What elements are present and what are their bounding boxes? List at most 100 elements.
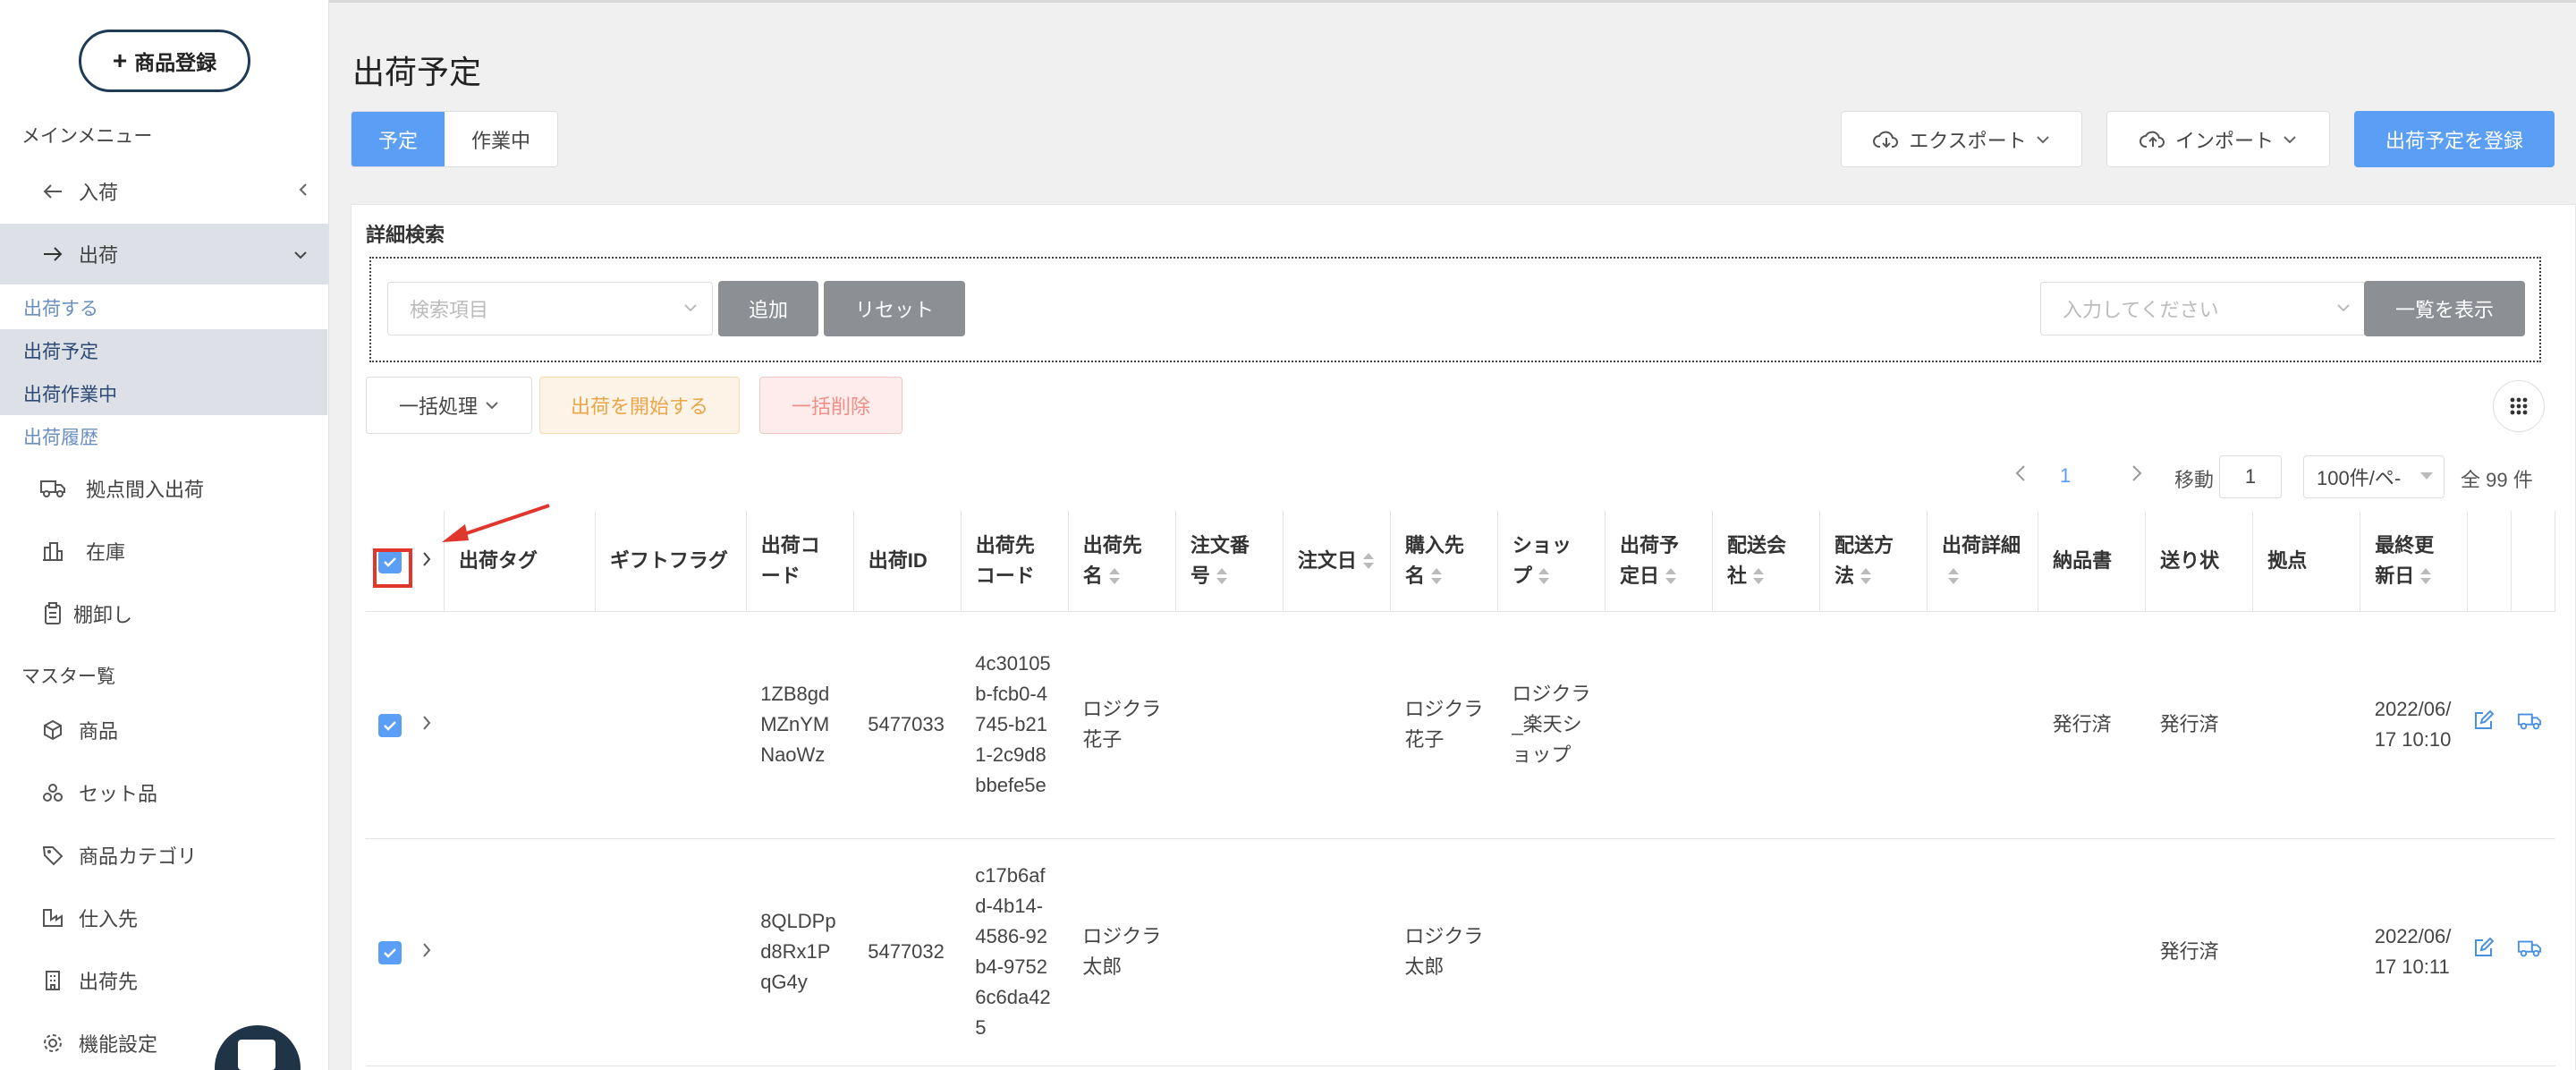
sub-planned[interactable]: 出荷予定 [0,329,327,372]
office-icon [39,967,66,994]
nav-inventory[interactable]: 棚卸し [0,583,328,644]
chevron-down-icon [683,301,698,317]
edit-icon [2474,937,2495,956]
search-value-input[interactable]: 入力してください [2040,282,2366,335]
sort-icon[interactable] [1947,567,1960,586]
col-invoice[interactable]: 納品書 [2038,511,2147,612]
export-button[interactable]: エクスポート [1841,111,2082,167]
col-dest-name[interactable]: 出荷先名 [1068,511,1176,612]
cube-icon [39,717,66,743]
add-condition-button[interactable]: 追加 [718,281,818,336]
nav-destination[interactable]: 出荷先 [0,950,328,1011]
nav-transfer[interactable]: 拠点間入出荷 [0,458,328,519]
table-row[interactable]: 1ZB8gdMZnYMNaoWz 5477033 4c30105b-fcb0-4… [366,611,2555,839]
status-tabs: 予定 作業中 [351,111,559,167]
col-ship-code[interactable]: 出荷コード [746,511,854,612]
cell-ship-code: 1ZB8gdMZnYMNaoWz [746,611,854,839]
nav-set[interactable]: セット品 [0,762,328,823]
page-size-select[interactable]: 100件/ペ- [2303,455,2445,498]
col-ship-tag[interactable]: 出荷タグ [444,511,596,612]
sort-icon[interactable] [1430,567,1443,586]
sort-icon[interactable] [1362,552,1375,571]
cell-ship-id: 5477033 [853,611,962,839]
cell-order-date [1283,838,1391,1066]
bulk-delete-button[interactable]: 一括削除 [759,377,902,434]
nav-transfer-label: 拠点間入出荷 [86,479,205,501]
nav-settings-label: 機能設定 [79,1033,158,1056]
col-order-no[interactable]: 注文番号 [1175,511,1284,612]
edit-cell[interactable] [2467,838,2512,1066]
sort-icon[interactable] [1216,567,1228,586]
search-panel: 検索項目 追加 リセット 入力してください 一覧を表示 [369,257,2541,362]
col-order-date[interactable]: 注文日 [1283,511,1391,612]
prev-page-icon[interactable] [2015,464,2026,488]
col-detail[interactable]: 出荷詳細 [1927,511,2039,612]
sub-history[interactable]: 出荷履歴 [0,415,327,458]
next-page-icon[interactable] [2131,464,2142,488]
edit-cell[interactable] [2467,611,2512,839]
chevron-down-icon [486,402,498,410]
cell-invoice [2038,838,2146,1066]
sort-icon[interactable] [1860,567,1872,586]
cell-order-no [1175,838,1284,1066]
cell-dest-code: c17b6afd-4b14-4586-92b4-97526c6da425 [961,838,1069,1066]
row-expand-cell[interactable] [416,838,445,1066]
show-list-button[interactable]: 一覧を表示 [2364,281,2525,336]
import-button[interactable]: インポート [2106,111,2330,167]
cloud-upload-icon [2139,131,2165,148]
col-ship-id[interactable]: 出荷ID [853,511,962,612]
sort-icon[interactable] [1665,567,1677,586]
nav-set-label: セット品 [79,783,158,805]
cell-dest-name: ロジクラ 花子 [1068,611,1181,839]
table-row[interactable]: 8QLDPpd8Rx1PqG4y 5477032 c17b6afd-4b14-4… [366,838,2555,1066]
bulk-action-dropdown[interactable]: 一括処理 [366,377,532,434]
col-gift-flag[interactable]: ギフトフラグ [595,511,747,612]
sub-working[interactable]: 出荷作業中 [0,372,327,415]
cell-order-date [1283,611,1391,839]
sub-ship[interactable]: 出荷する [0,286,327,329]
column-settings-button[interactable] [2493,380,2545,432]
nav-stock[interactable]: 在庫 [0,521,328,582]
search-item-select[interactable]: 検索項目 [387,282,713,335]
row-checkbox[interactable] [378,714,402,738]
expand-all-cell[interactable] [416,511,445,612]
col-action-2 [2511,511,2555,612]
chevron-right-icon [423,552,431,566]
row-expand-cell[interactable] [416,611,445,839]
register-shipment-button[interactable]: 出荷予定を登録 [2354,111,2555,167]
register-product-button[interactable]: + 商品登録 [79,30,250,92]
cell-ship-tag [444,611,596,839]
chevron-down-icon [2036,135,2049,143]
start-shipment-button[interactable]: 出荷を開始する [539,377,740,434]
ship-cell[interactable] [2511,611,2555,839]
nav-inventory-label: 棚卸し [73,604,133,626]
nav-inbound[interactable]: 入荷 [0,161,328,222]
sort-icon[interactable] [1538,567,1550,586]
tab-planned[interactable]: 予定 [352,112,445,166]
sort-icon[interactable] [1108,567,1121,586]
row-checkbox[interactable] [378,941,402,965]
export-label: エクスポート [1909,129,2027,152]
col-updated[interactable]: 最終更新日 [2360,511,2469,612]
sort-icon[interactable] [1752,567,1765,586]
ship-cell[interactable] [2511,838,2555,1066]
nav-supplier[interactable]: 仕入先 [0,887,328,948]
col-shop[interactable]: ショップ [1497,511,1606,612]
col-slip[interactable]: 送り状 [2145,511,2254,612]
reset-button[interactable]: リセット [824,281,965,336]
col-base[interactable]: 拠点 [2252,511,2361,612]
nav-product[interactable]: 商品 [0,700,328,760]
tab-working[interactable]: 作業中 [445,112,558,166]
col-dest-code[interactable]: 出荷先コード [961,511,1069,612]
col-method[interactable]: 配送方法 [1819,511,1928,612]
nav-category[interactable]: 商品カテゴリ [0,825,328,886]
nav-supplier-label: 仕入先 [79,908,139,930]
col-buyer[interactable]: 購入先名 [1390,511,1498,612]
sort-icon[interactable] [2419,567,2432,586]
goto-page-input[interactable]: 1 [2219,455,2282,498]
truck-icon [2517,713,2541,730]
current-page[interactable]: 1 [2060,464,2071,488]
col-carrier[interactable]: 配送会社 [1712,511,1821,612]
nav-outbound[interactable]: 出荷 [0,224,328,284]
col-plan-date[interactable]: 出荷予定日 [1605,511,1713,612]
